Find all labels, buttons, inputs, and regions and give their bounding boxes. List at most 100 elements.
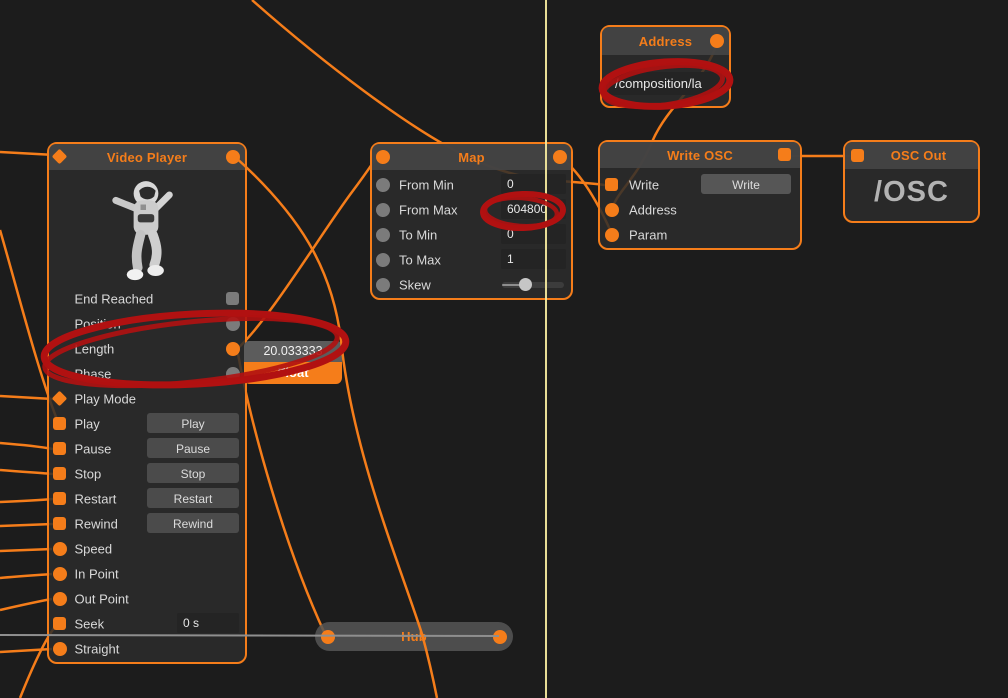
restart-input-port-icon[interactable] [53, 492, 66, 505]
map-output-port-icon[interactable] [553, 150, 567, 164]
node-video-player: Video Player End Reached [47, 142, 247, 664]
row-label: From Max [399, 202, 458, 217]
row-label: To Min [399, 227, 437, 242]
row-stop: Stop Stop [49, 461, 245, 486]
rewind-input-port-icon[interactable] [53, 517, 66, 530]
osc-out-input-port-icon[interactable] [851, 149, 864, 162]
address-output-port-icon[interactable] [710, 34, 724, 48]
restart-button[interactable]: Restart [147, 488, 239, 508]
row-label: Write [629, 177, 659, 192]
row-label: Play Mode [75, 391, 136, 406]
row-seek: Seek [49, 611, 245, 636]
row-to-min: To Min [372, 222, 571, 247]
wire[interactable] [236, 156, 382, 350]
video-player-header[interactable]: Video Player [49, 144, 245, 170]
write-osc-output-port-icon[interactable] [778, 148, 791, 161]
row-label: Phase [75, 366, 112, 381]
node-title: Write OSC [667, 148, 733, 163]
from-min-field[interactable] [501, 174, 566, 194]
row-play-mode: Play Mode [49, 386, 245, 411]
seek-value-field[interactable] [177, 613, 239, 633]
row-from-max: From Max [372, 197, 571, 222]
node-title: Hub [401, 629, 427, 644]
wire[interactable] [0, 499, 53, 502]
row-phase: Phase [49, 361, 245, 386]
video-player-main-input-port-icon[interactable] [52, 149, 68, 165]
phase-output-port-icon[interactable] [226, 367, 240, 381]
row-speed: Speed [49, 536, 245, 561]
row-label: Rewind [75, 516, 118, 531]
float-type-tag: Float [244, 362, 342, 384]
row-label: To Max [399, 252, 441, 267]
row-play: Play Play [49, 411, 245, 436]
address-header[interactable]: Address [602, 27, 729, 55]
node-editor-canvas[interactable]: Video Player End Reached [0, 0, 1008, 698]
osc-out-header[interactable]: OSC Out [845, 142, 978, 169]
stop-input-port-icon[interactable] [53, 467, 66, 480]
row-end-reached: End Reached [49, 286, 245, 311]
row-label: End Reached [75, 291, 154, 306]
row-label: Address [629, 202, 677, 217]
straight-input-port-icon[interactable] [53, 642, 67, 656]
wire[interactable] [238, 354, 325, 634]
row-to-max: To Max [372, 247, 571, 272]
to-min-field[interactable] [501, 224, 566, 244]
wire[interactable] [0, 549, 52, 551]
from-max-field[interactable] [501, 199, 566, 219]
pause-button[interactable]: Pause [147, 438, 239, 458]
in-point-input-port-icon[interactable] [53, 567, 67, 581]
stop-button[interactable]: Stop [147, 463, 239, 483]
position-output-port-icon[interactable] [226, 317, 240, 331]
to-min-input-port-icon[interactable] [376, 228, 390, 242]
row-label: Skew [399, 277, 431, 292]
row-label: Play [75, 416, 100, 431]
skew-input-port-icon[interactable] [376, 278, 390, 292]
wire[interactable] [0, 396, 53, 399]
hub-output-port-icon[interactable] [493, 630, 507, 644]
pause-input-port-icon[interactable] [53, 442, 66, 455]
node-address: Address [600, 25, 731, 108]
video-player-main-output-port-icon[interactable] [226, 150, 240, 164]
skew-slider-handle[interactable] [519, 278, 532, 291]
out-point-input-port-icon[interactable] [53, 592, 67, 606]
play-button[interactable]: Play [147, 413, 239, 433]
play-mode-input-port-icon[interactable] [52, 391, 68, 407]
length-output-port-icon[interactable] [226, 342, 240, 356]
seek-input-port-icon[interactable] [53, 617, 66, 630]
end-reached-output-port-icon[interactable] [226, 292, 239, 305]
astronaut-thumbnail [101, 177, 191, 287]
speed-input-port-icon[interactable] [53, 542, 67, 556]
row-length: Length [49, 336, 245, 361]
node-write-osc: Write OSC Write Write Address Param [598, 140, 802, 250]
map-header[interactable]: Map [372, 144, 571, 170]
osc-out-address-value: /OSC [845, 176, 978, 209]
row-label: Seek [75, 616, 105, 631]
to-max-field[interactable] [501, 249, 566, 269]
row-restart: Restart Restart [49, 486, 245, 511]
wire[interactable] [0, 649, 52, 652]
from-max-input-port-icon[interactable] [376, 203, 390, 217]
wire[interactable] [0, 443, 53, 449]
write-input-port-icon[interactable] [605, 178, 618, 191]
osc-address-input-port-icon[interactable] [605, 203, 619, 217]
address-value-field[interactable] [609, 72, 722, 95]
from-min-input-port-icon[interactable] [376, 178, 390, 192]
wire[interactable] [0, 599, 52, 610]
wire[interactable] [0, 470, 53, 474]
write-osc-header[interactable]: Write OSC [600, 142, 800, 168]
hub-input-port-icon[interactable] [321, 630, 335, 644]
node-title: Address [639, 34, 692, 49]
row-label: Length [75, 341, 115, 356]
play-input-port-icon[interactable] [53, 417, 66, 430]
wire[interactable] [0, 524, 53, 526]
wire[interactable] [0, 574, 52, 578]
param-input-port-icon[interactable] [605, 228, 619, 242]
write-button[interactable]: Write [701, 174, 791, 194]
row-label: Param [629, 227, 667, 242]
map-input-port-icon[interactable] [376, 150, 390, 164]
rewind-button[interactable]: Rewind [147, 513, 239, 533]
node-map: Map From Min From Max To Min To Max Skew [370, 142, 573, 300]
to-max-input-port-icon[interactable] [376, 253, 390, 267]
row-label: Out Point [75, 591, 129, 606]
node-hub[interactable]: Hub [315, 622, 513, 651]
